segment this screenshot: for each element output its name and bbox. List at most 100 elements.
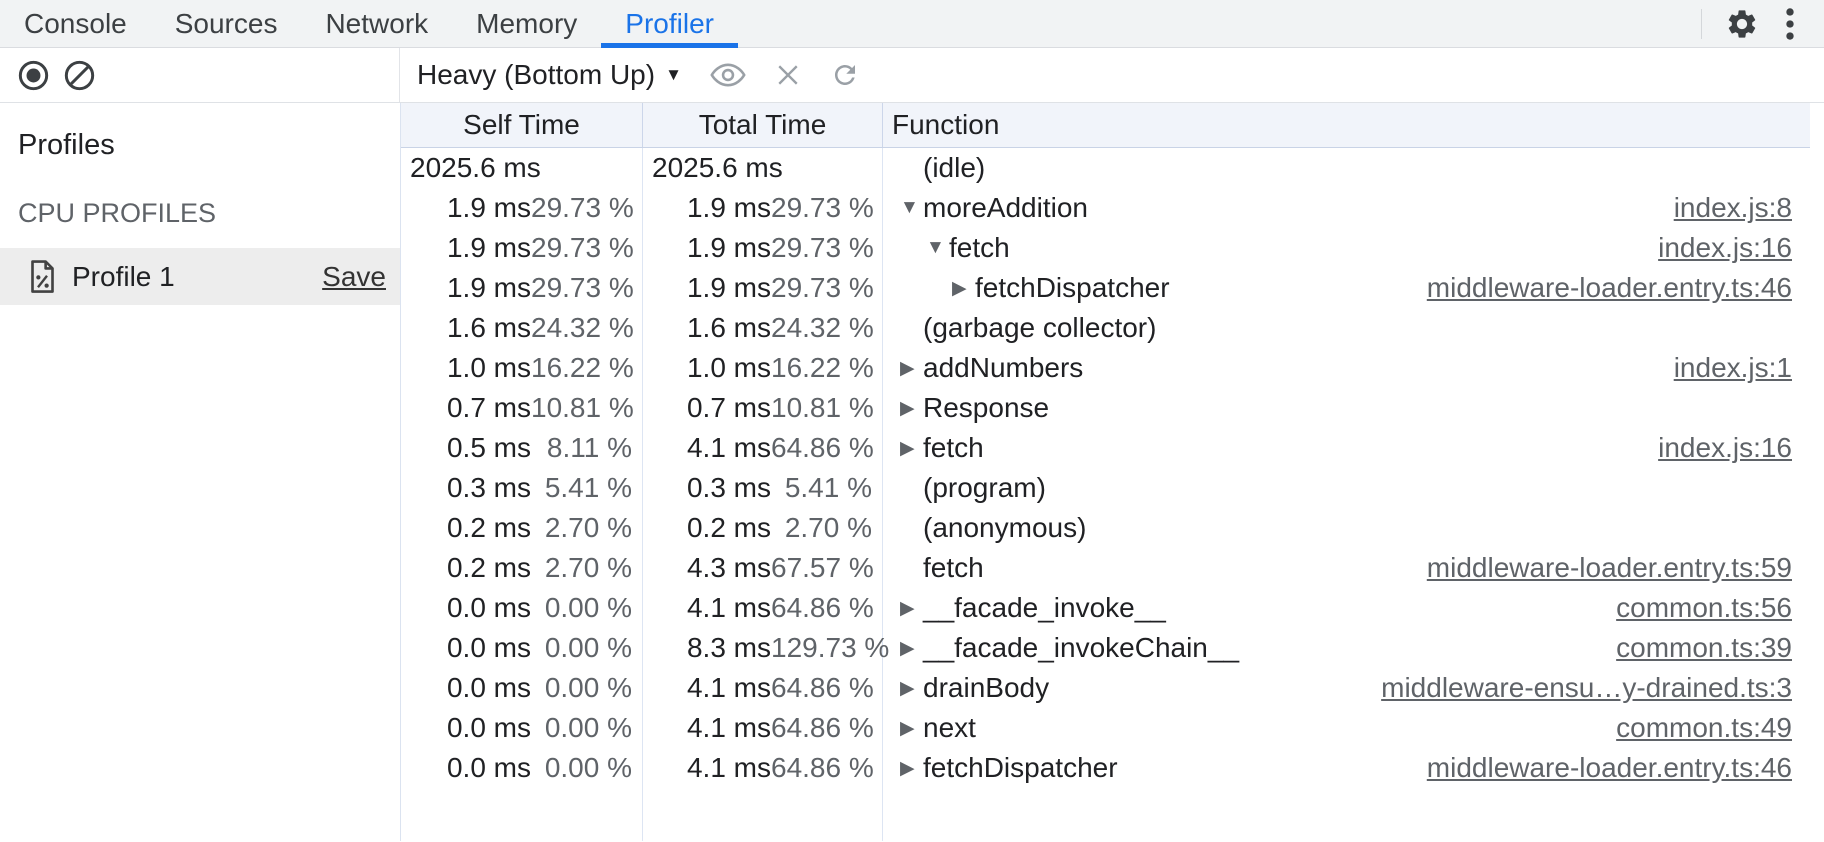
expand-arrow-icon[interactable]: ▶ — [952, 277, 975, 300]
time-value: 2025.6 ms — [652, 152, 783, 184]
save-profile-link[interactable]: Save — [322, 261, 386, 293]
source-link[interactable]: common.ts:56 — [1592, 592, 1792, 624]
function-name: (anonymous) — [923, 512, 1086, 544]
expand-arrow-icon[interactable]: ▶ — [900, 637, 923, 660]
time-value: 1.9 ms — [447, 192, 531, 224]
function-name: addNumbers — [923, 352, 1083, 384]
table-row[interactable]: 0.0 ms0.00 %8.3 ms129.73 %▶__facade_invo… — [401, 628, 1824, 668]
column-header-function[interactable]: Function — [883, 103, 1810, 147]
time-value: 0.2 ms — [687, 512, 771, 544]
chevron-down-icon: ▼ — [665, 65, 682, 85]
record-icon[interactable] — [18, 60, 49, 91]
time-percent: 129.73 % — [771, 632, 882, 664]
tab-network[interactable]: Network — [301, 0, 452, 47]
source-link[interactable]: middleware-loader.entry.ts:46 — [1403, 752, 1792, 784]
refresh-icon[interactable] — [830, 60, 860, 90]
collapse-arrow-icon[interactable]: ▼ — [926, 237, 949, 259]
collapse-arrow-icon[interactable]: ▼ — [900, 197, 923, 219]
self-time-cell: 0.0 ms0.00 % — [401, 668, 643, 708]
total-time-cell: 0.7 ms10.81 % — [643, 388, 883, 428]
total-time-cell: 4.1 ms64.86 % — [643, 668, 883, 708]
eye-icon[interactable] — [710, 63, 746, 87]
table-row[interactable]: 1.6 ms24.32 %1.6 ms24.32 %(garbage colle… — [401, 308, 1824, 348]
source-link[interactable]: index.js:16 — [1634, 432, 1792, 464]
source-link[interactable]: middleware-ensu…y-drained.ts:3 — [1357, 672, 1792, 704]
tabbar-divider — [1701, 9, 1702, 39]
source-link[interactable]: index.js:1 — [1650, 352, 1792, 384]
self-time-cell: 0.2 ms2.70 % — [401, 548, 643, 588]
table-row[interactable]: 1.9 ms29.73 %1.9 ms29.73 %▼moreAdditioni… — [401, 188, 1824, 228]
function-cell: (garbage collector) — [883, 308, 1824, 348]
grid-header: Self Time Total Time Function — [401, 103, 1810, 148]
clear-icon[interactable] — [64, 60, 95, 91]
source-link[interactable]: index.js:8 — [1650, 192, 1792, 224]
time-percent: 0.00 % — [531, 752, 642, 784]
time-percent: 5.41 % — [531, 472, 642, 504]
expand-arrow-icon[interactable]: ▶ — [900, 757, 923, 780]
table-row[interactable]: 1.9 ms29.73 %1.9 ms29.73 %▶fetchDispatch… — [401, 268, 1824, 308]
cpu-profiles-section-title: CPU PROFILES — [18, 198, 400, 229]
time-percent: 0.00 % — [531, 592, 642, 624]
gear-icon[interactable] — [1718, 0, 1766, 48]
table-row[interactable]: 0.0 ms0.00 %4.1 ms64.86 %▶nextcommon.ts:… — [401, 708, 1824, 748]
table-row[interactable]: 1.9 ms29.73 %1.9 ms29.73 %▼fetchindex.js… — [401, 228, 1824, 268]
table-row[interactable]: 1.0 ms16.22 %1.0 ms16.22 % ▶addNumbers ind… — [401, 348, 1824, 388]
time-percent: 29.73 % — [771, 272, 882, 304]
tab-memory[interactable]: Memory — [452, 0, 601, 47]
tab-profiler[interactable]: Profiler — [601, 0, 738, 47]
three-dot-menu-icon[interactable] — [1766, 0, 1814, 48]
expand-arrow-icon[interactable]: ▶ — [900, 437, 923, 460]
self-time-cell: 0.0 ms0.00 % — [401, 588, 643, 628]
self-time-cell: 1.0 ms16.22 % — [401, 348, 643, 388]
source-link[interactable]: middleware-loader.entry.ts:46 — [1403, 272, 1792, 304]
expand-arrow-icon[interactable]: ▶ — [900, 717, 923, 740]
total-time-cell: 1.0 ms16.22 % — [643, 348, 883, 388]
time-percent: 16.22 % — [771, 352, 882, 384]
toolbar-left-controls — [0, 48, 400, 102]
column-header-total-time[interactable]: Total Time — [643, 103, 883, 147]
source-link[interactable]: index.js:16 — [1634, 232, 1792, 264]
time-percent: 29.73 % — [771, 192, 882, 224]
table-row[interactable]: 2025.6 ms2025.6 ms(idle) — [401, 148, 1824, 188]
expand-arrow-icon[interactable]: ▶ — [900, 357, 923, 380]
function-name: fetchDispatcher — [975, 272, 1170, 304]
self-time-cell: 1.9 ms29.73 % — [401, 268, 643, 308]
table-row[interactable]: 0.3 ms5.41 %0.3 ms5.41 %(program) — [401, 468, 1824, 508]
source-link[interactable]: common.ts:39 — [1592, 632, 1792, 664]
time-value: 0.0 ms — [447, 632, 531, 664]
time-value: 0.3 ms — [447, 472, 531, 504]
table-row[interactable]: 0.2 ms2.70 %0.2 ms2.70 %(anonymous) — [401, 508, 1824, 548]
source-link[interactable]: middleware-loader.entry.ts:59 — [1403, 552, 1792, 584]
total-time-cell: 0.2 ms2.70 % — [643, 508, 883, 548]
filler-cell — [883, 788, 1824, 841]
expand-arrow-icon[interactable]: ▶ — [900, 677, 923, 700]
table-row[interactable]: 0.7 ms10.81 %0.7 ms10.81 %▶Response — [401, 388, 1824, 428]
table-row[interactable]: 0.2 ms2.70 %4.3 ms67.57 %fetchmiddleware… — [401, 548, 1824, 588]
function-name: __facade_invokeChain__ — [923, 632, 1239, 664]
table-row[interactable]: 0.0 ms0.00 %4.1 ms64.86 %▶drainBodymiddl… — [401, 668, 1824, 708]
total-time-cell: 8.3 ms129.73 % — [643, 628, 883, 668]
time-percent: 29.73 % — [531, 272, 642, 304]
table-row[interactable]: 0.5 ms8.11 %4.1 ms64.86 %▶fetchindex.js:… — [401, 428, 1824, 468]
expand-arrow-icon[interactable]: ▶ — [900, 597, 923, 620]
tab-console[interactable]: Console — [0, 0, 151, 47]
source-link[interactable]: common.ts:49 — [1592, 712, 1792, 744]
time-percent: 2.70 % — [531, 552, 642, 584]
column-header-self-time[interactable]: Self Time — [401, 103, 643, 147]
time-value: 0.3 ms — [687, 472, 771, 504]
expand-arrow-icon[interactable]: ▶ — [900, 397, 923, 420]
time-percent: 64.86 % — [771, 432, 882, 464]
self-time-cell: 0.5 ms8.11 % — [401, 428, 643, 468]
profile-list-item[interactable]: Profile 1 Save — [0, 248, 400, 305]
function-name: next — [923, 712, 976, 744]
toolbar-main: Heavy (Bottom Up) ▼ — [400, 48, 1824, 102]
table-row[interactable]: 0.0 ms0.00 %4.1 ms64.86 %▶__facade_invok… — [401, 588, 1824, 628]
function-cell: ▶fetchDispatchermiddleware-loader.entry.… — [883, 748, 1824, 788]
table-row[interactable]: 0.0 ms0.00 %4.1 ms64.86 %▶fetchDispatche… — [401, 748, 1824, 788]
close-icon[interactable] — [774, 61, 802, 89]
profile-document-icon — [30, 259, 55, 294]
view-mode-dropdown[interactable]: Heavy (Bottom Up) ▼ — [417, 59, 682, 91]
tab-sources[interactable]: Sources — [151, 0, 302, 47]
time-value: 4.1 ms — [687, 672, 771, 704]
view-mode-label: Heavy (Bottom Up) — [417, 59, 655, 91]
